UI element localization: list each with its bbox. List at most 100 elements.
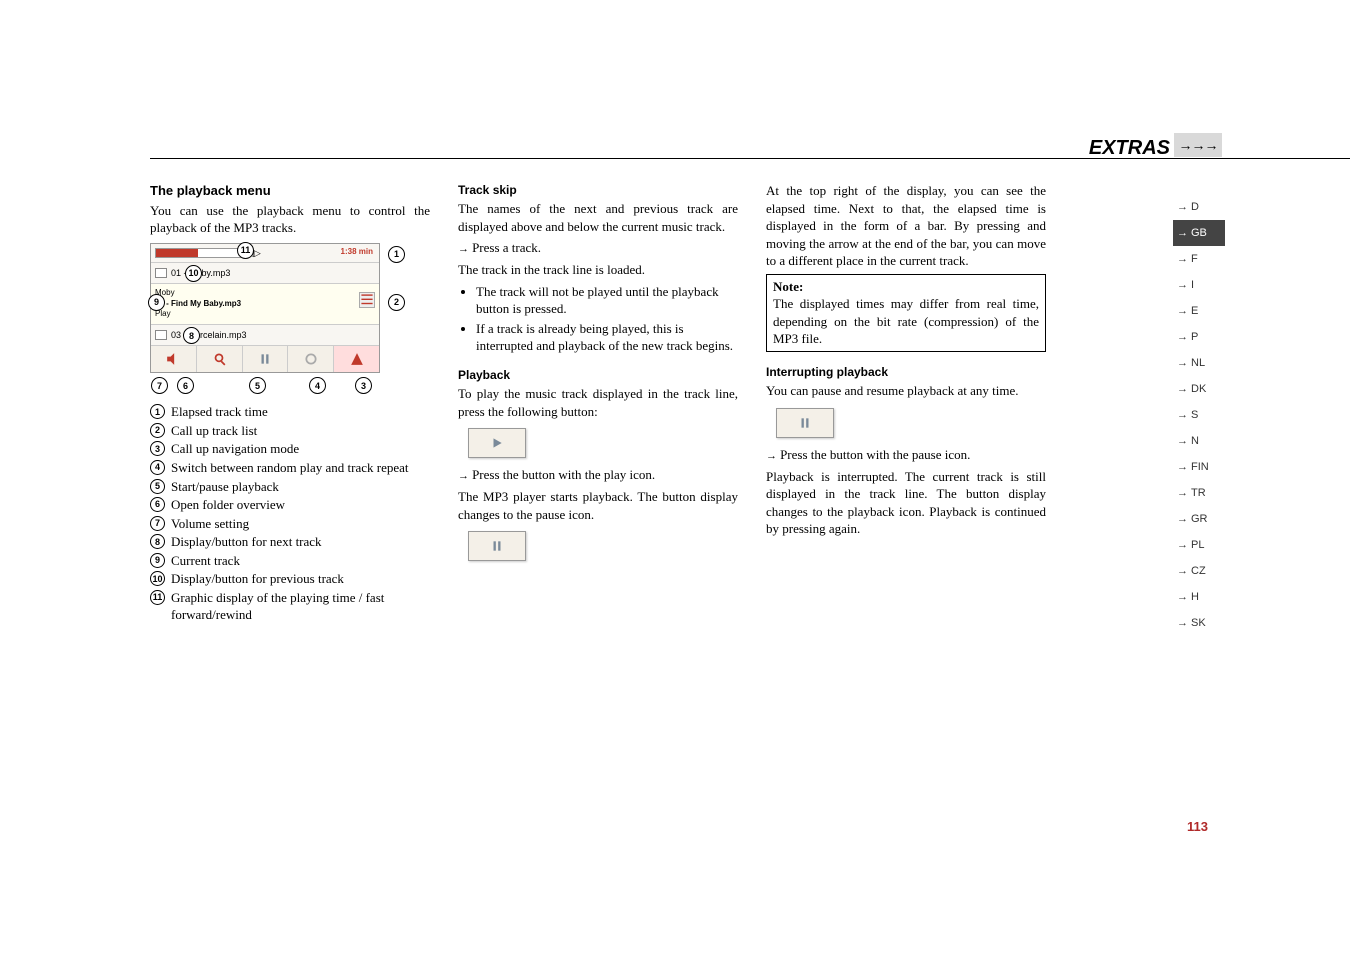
legend-text: Display/button for previous track (171, 570, 344, 588)
header-rule: EXTRAS →→→ (150, 158, 1350, 184)
legend-text: Call up track list (171, 422, 257, 440)
lang-p[interactable]: →P (1173, 324, 1225, 350)
pause-button-graphic-2 (776, 408, 834, 438)
pause-icon (490, 539, 504, 553)
interrupting-action: Press the button with the pause icon. (766, 446, 1046, 464)
lang-n[interactable]: →N (1173, 428, 1225, 454)
file-icon (155, 330, 167, 340)
legend-row: 2 Call up track list (150, 422, 430, 440)
lang-fin[interactable]: →FIN (1173, 454, 1225, 480)
legend-num: 11 (150, 590, 165, 605)
callout-9: 9 (148, 294, 165, 311)
interrupting-p1: You can pause and resume playback at any… (766, 382, 1046, 400)
lang-i[interactable]: →I (1173, 272, 1225, 298)
callout-5: 5 (249, 377, 266, 394)
lang-nl[interactable]: →NL (1173, 350, 1225, 376)
legend-text: Start/pause playback (171, 478, 279, 496)
prev-track-row: 01 - Moby.mp3 10 (151, 262, 379, 283)
legend-num: 5 (150, 479, 165, 494)
callout-8: 8 (183, 327, 200, 344)
button-row (151, 345, 379, 372)
column-3: At the top right of the display, you can… (766, 182, 1046, 625)
legend-num: 2 (150, 423, 165, 438)
volume-button (151, 346, 197, 372)
file-icon (155, 268, 167, 278)
lang-f[interactable]: →F (1173, 246, 1225, 272)
player-screenshot: ◁▷ 1:38 min 1 11 01 - Moby.mp3 10 Moby 0… (150, 243, 380, 374)
legend-num: 1 (150, 404, 165, 419)
legend-row: 4 Switch between random play and track re… (150, 459, 430, 477)
playback-p2: The MP3 player starts playback. The butt… (458, 488, 738, 523)
legend-num: 8 (150, 534, 165, 549)
lang-tr[interactable]: →TR (1173, 480, 1225, 506)
track-skip-heading: Track skip (458, 182, 738, 198)
track-skip-p1: The names of the next and previous track… (458, 200, 738, 235)
legend-row: 10Display/button for previous track (150, 570, 430, 588)
legend-num: 7 (150, 516, 165, 531)
lang-dk[interactable]: →DK (1173, 376, 1225, 402)
section-title: EXTRAS (1089, 137, 1170, 160)
lang-cz[interactable]: →CZ (1173, 558, 1225, 584)
progress-bar (155, 248, 245, 258)
note-box: Note: The displayed times may differ fro… (766, 274, 1046, 352)
lang-s[interactable]: →S (1173, 402, 1225, 428)
playback-heading: Playback (458, 367, 738, 383)
legend-text: Switch between random play and track rep… (171, 459, 409, 477)
track-skip-p3: The track in the track line is loaded. (458, 261, 738, 279)
callout-6: 6 (177, 377, 194, 394)
legend-row: 9 Current track (150, 552, 430, 570)
legend-text: Call up navigation mode (171, 440, 299, 458)
callout-4: 4 (309, 377, 326, 394)
legend-text: Open folder overview (171, 496, 285, 514)
legend-row: 7 Volume setting (150, 515, 430, 533)
pause-button-graphic (468, 531, 526, 561)
legend-row: 6 Open folder overview (150, 496, 430, 514)
header-arrows-box: →→→ (1174, 133, 1222, 157)
callout-7: 7 (151, 377, 168, 394)
legend-num: 4 (150, 460, 165, 475)
callout-10: 10 (185, 265, 202, 282)
legend-text: Current track (171, 552, 240, 570)
play-icon (490, 436, 504, 450)
legend-num: 9 (150, 553, 165, 568)
progress-fill (156, 249, 198, 257)
nav-button (334, 346, 379, 372)
interrupting-p2: Playback is interrupted. The current tra… (766, 468, 1046, 538)
shuffle-button (288, 346, 334, 372)
language-sidebar: →D →GB →F →I →E →P →NL →DK →S →N →FIN →T… (1173, 194, 1225, 636)
legend-num: 6 (150, 497, 165, 512)
legend-row: 11Graphic display of the playing time / … (150, 589, 430, 624)
next-track-row: 03 - Porcelain.mp3 8 (151, 324, 379, 345)
lang-h[interactable]: →H (1173, 584, 1225, 610)
track-skip-bullets: The track will not be played until the p… (458, 283, 738, 355)
lang-pl[interactable]: →PL (1173, 532, 1225, 558)
page-number: 113 (1187, 819, 1208, 834)
playback-menu-intro: You can use the playback menu to control… (150, 202, 430, 237)
current-track-status: Play (155, 309, 171, 320)
legend-row: 8 Display/button for next track (150, 533, 430, 551)
lang-sk[interactable]: →SK (1173, 610, 1225, 636)
callout-1: 1 (388, 246, 405, 263)
folder-button (197, 346, 243, 372)
play-button-graphic (468, 428, 526, 458)
legend-text: Volume setting (171, 515, 249, 533)
track-skip-action: Press a track. (458, 239, 738, 257)
progress-row: ◁▷ 1:38 min 1 11 (151, 244, 379, 262)
lang-d[interactable]: →D (1173, 194, 1225, 220)
callout-3: 3 (355, 377, 372, 394)
playback-menu-heading: The playback menu (150, 182, 430, 200)
legend-text: Display/button for next track (171, 533, 322, 551)
lang-e[interactable]: →E (1173, 298, 1225, 324)
lang-gb[interactable]: →GB (1173, 220, 1225, 246)
elapsed-time-label: 1:38 min (341, 247, 373, 258)
note-label: Note: (773, 278, 1039, 296)
callout-2: 2 (388, 294, 405, 311)
play-pause-button (243, 346, 289, 372)
current-track-row: Moby 02 - Find My Baby.mp3 Play 9 2 (151, 283, 379, 324)
pause-icon (798, 416, 812, 430)
bullet-item: If a track is already being played, this… (476, 320, 738, 355)
interrupting-heading: Interrupting playback (766, 364, 1046, 380)
legend-row: 3Call up navigation mode (150, 440, 430, 458)
legend-text: Elapsed track time (171, 403, 268, 421)
lang-gr[interactable]: →GR (1173, 506, 1225, 532)
